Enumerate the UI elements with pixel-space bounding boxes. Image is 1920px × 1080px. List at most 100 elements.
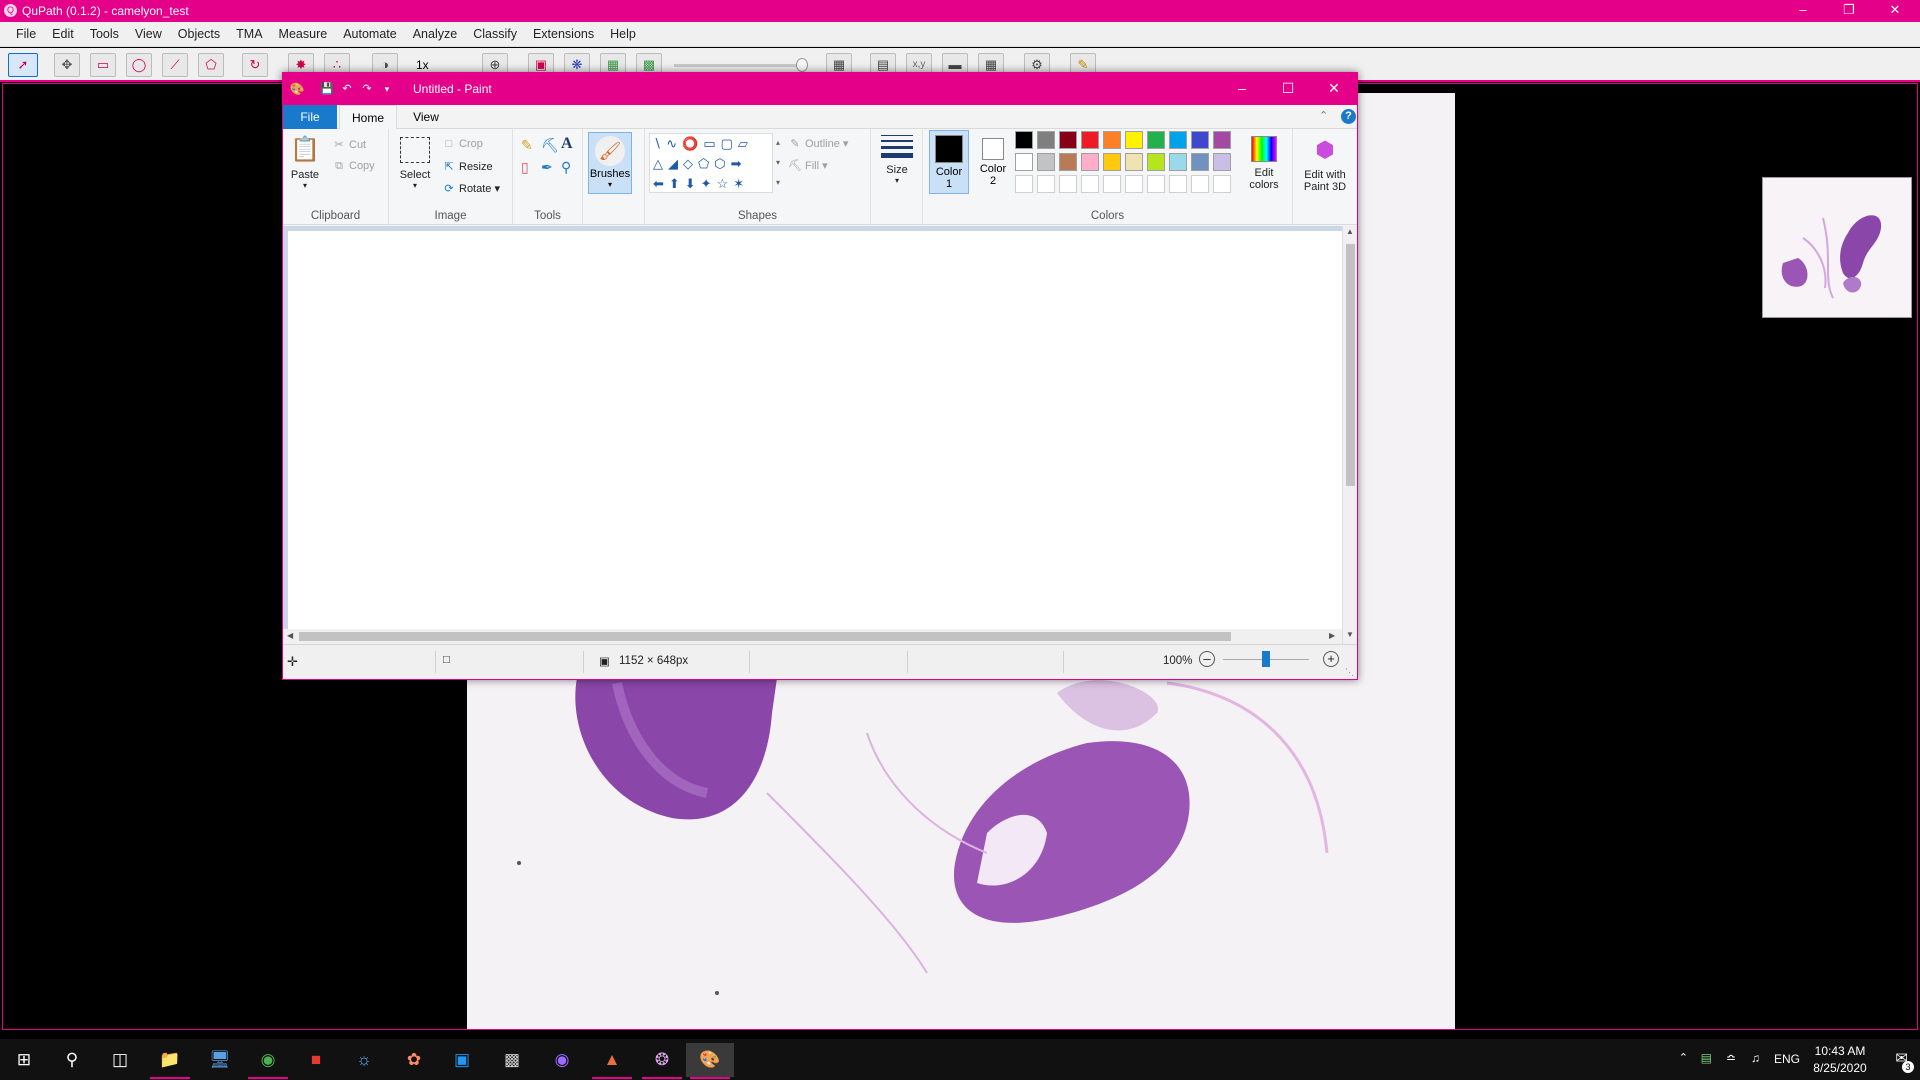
search-icon[interactable]: ⚲ xyxy=(48,1043,96,1077)
zoom-slider-thumb[interactable] xyxy=(1262,651,1270,667)
menu-file[interactable]: File xyxy=(0,22,44,47)
menu-classify[interactable]: Classify xyxy=(465,22,525,47)
palette-swatch[interactable] xyxy=(1081,153,1099,171)
matlab-icon[interactable]: ▲ xyxy=(588,1043,636,1079)
palette-swatch[interactable] xyxy=(1169,153,1187,171)
app-icon[interactable]: ✿ xyxy=(390,1043,438,1077)
palette-swatch[interactable] xyxy=(1125,131,1143,149)
custom-color-slot[interactable] xyxy=(1191,175,1209,193)
vertical-scrollbar[interactable]: ▲ ▼ xyxy=(1342,226,1357,644)
eraser-icon[interactable]: ▯ xyxy=(521,159,529,176)
clock[interactable]: 10:43 AM 8/25/2020 xyxy=(1810,1044,1870,1075)
close-button[interactable]: ✕ xyxy=(1872,0,1918,22)
undo-icon[interactable]: ↶ xyxy=(339,82,355,96)
palette-swatch[interactable] xyxy=(1103,131,1121,149)
custom-color-slot[interactable] xyxy=(1213,175,1231,193)
paste-button[interactable]: 📋 Paste ▾ xyxy=(287,133,323,190)
custom-color-slot[interactable] xyxy=(1037,175,1055,193)
menu-analyze[interactable]: Analyze xyxy=(405,22,465,47)
brushes-button[interactable]: 🖌 Brushes ▾ xyxy=(588,132,632,194)
palette-swatch[interactable] xyxy=(1147,131,1165,149)
palette-swatch[interactable] xyxy=(1037,153,1055,171)
palette-swatch[interactable] xyxy=(1213,153,1231,171)
paint-taskbar-icon[interactable]: 🎨 xyxy=(686,1043,734,1079)
palette-swatch[interactable] xyxy=(1191,153,1209,171)
custom-color-slot[interactable] xyxy=(1059,175,1077,193)
opacity-slider-track[interactable] xyxy=(674,64,808,67)
drawing-canvas[interactable] xyxy=(288,231,1343,631)
size-button[interactable]: Size ▾ xyxy=(878,133,916,185)
custom-color-slot[interactable] xyxy=(1081,175,1099,193)
line-tool-icon[interactable]: ⟋ xyxy=(162,53,188,77)
menu-measure[interactable]: Measure xyxy=(271,22,336,47)
opacity-slider-thumb[interactable] xyxy=(796,58,808,72)
palette-swatch[interactable] xyxy=(1081,131,1099,149)
tab-view[interactable]: View xyxy=(399,105,453,129)
redo-icon[interactable]: ↷ xyxy=(359,82,375,96)
shapes-scroll[interactable]: ▴ ▾ ▾ xyxy=(773,133,783,193)
shapes-gallery[interactable]: ∖∿⭕▭▢▱ △◢◇⬠⬡➡ ⬅⬆⬇✦☆✶ xyxy=(649,133,773,193)
zoom-out-icon[interactable]: – xyxy=(1199,651,1215,667)
custom-color-slot[interactable] xyxy=(1169,175,1187,193)
brush-tool-icon[interactable]: ↻ xyxy=(242,53,268,77)
outline-button[interactable]: ✎ Outline ▾ xyxy=(787,137,848,150)
horizontal-scrollbar[interactable]: ◀ ▶ xyxy=(283,629,1342,644)
magnifier-icon[interactable]: ⚲ xyxy=(561,159,571,176)
edit-colors-button[interactable]: Edit colors xyxy=(1241,133,1287,191)
palette-swatch[interactable] xyxy=(1169,131,1187,149)
rotate-button[interactable]: ⟳ Rotate ▾ xyxy=(441,182,500,195)
store-icon[interactable]: ▣ xyxy=(438,1043,486,1077)
select-button[interactable]: Select ▾ xyxy=(395,133,435,190)
minimize-button[interactable]: – xyxy=(1780,0,1826,22)
chrome-icon[interactable]: ◉ xyxy=(244,1043,292,1079)
resize-button[interactable]: ⇱ Resize xyxy=(441,160,492,173)
acrobat-icon[interactable]: ■ xyxy=(292,1043,340,1077)
paint-maximize-button[interactable]: ☐ xyxy=(1265,73,1311,105)
menu-automate[interactable]: Automate xyxy=(335,22,405,47)
custom-color-slot[interactable] xyxy=(1125,175,1143,193)
palette-swatch[interactable] xyxy=(1015,153,1033,171)
paint-close-button[interactable]: ✕ xyxy=(1311,73,1357,105)
zoom-in-icon[interactable]: + xyxy=(1323,651,1339,667)
pencil-icon[interactable]: ✎ xyxy=(521,137,533,154)
edit-with-paint3d-button[interactable]: ⬢ Edit with Paint 3D xyxy=(1297,133,1353,193)
menu-tools[interactable]: Tools xyxy=(82,22,127,47)
palette-swatch[interactable] xyxy=(1125,153,1143,171)
fill-bucket-icon[interactable]: ⛏ xyxy=(541,137,559,154)
collapse-ribbon-icon[interactable]: ⌃ xyxy=(1319,109,1328,122)
horizontal-scroll-thumb[interactable] xyxy=(299,632,1231,641)
scroll-right-icon[interactable]: ▶ xyxy=(1329,631,1335,640)
fill-button[interactable]: ⛏ Fill ▾ xyxy=(787,159,828,172)
color-picker-icon[interactable]: ✒ xyxy=(541,159,553,176)
battery-icon[interactable]: ▤ xyxy=(1701,1051,1712,1065)
copy-button[interactable]: ⧉ Copy xyxy=(331,160,375,173)
move-tool-icon[interactable]: ➚ xyxy=(8,53,38,77)
pan-tool-icon[interactable]: ✥ xyxy=(54,53,80,77)
polygon-tool-icon[interactable]: ⬠ xyxy=(198,53,224,77)
color1-button[interactable]: Color 1 xyxy=(929,130,969,194)
browser-icon[interactable]: ☼ xyxy=(340,1043,388,1077)
tab-home[interactable]: Home xyxy=(339,105,397,129)
menu-edit[interactable]: Edit xyxy=(44,22,82,47)
qupath-taskbar-icon[interactable]: ❂ xyxy=(638,1043,686,1079)
custom-color-slot[interactable] xyxy=(1147,175,1165,193)
palette-swatch[interactable] xyxy=(1103,153,1121,171)
scroll-left-icon[interactable]: ◀ xyxy=(287,631,293,640)
menu-help[interactable]: Help xyxy=(602,22,644,47)
palette-swatch[interactable] xyxy=(1147,153,1165,171)
resize-grip-icon[interactable]: ⋱ xyxy=(1345,667,1354,678)
overview-thumbnail[interactable] xyxy=(1762,177,1912,318)
save-icon[interactable]: 💾 xyxy=(319,82,335,96)
palette-swatch[interactable] xyxy=(1191,131,1209,149)
start-button-icon[interactable]: ⊞ xyxy=(0,1043,48,1077)
palette-swatch[interactable] xyxy=(1037,131,1055,149)
task-view-icon[interactable]: ◫ xyxy=(96,1043,144,1077)
remote-desktop-icon[interactable]: 🖥 xyxy=(196,1043,244,1077)
vertical-scroll-thumb[interactable] xyxy=(1346,244,1355,486)
custom-color-slot[interactable] xyxy=(1103,175,1121,193)
color2-button[interactable]: Color 2 xyxy=(973,130,1013,194)
network-icon[interactable]: ≏ xyxy=(1726,1051,1736,1065)
chat-app-icon[interactable]: ◉ xyxy=(538,1043,586,1077)
palette-swatch[interactable] xyxy=(1059,153,1077,171)
terminal-icon[interactable]: ▩ xyxy=(488,1043,536,1077)
